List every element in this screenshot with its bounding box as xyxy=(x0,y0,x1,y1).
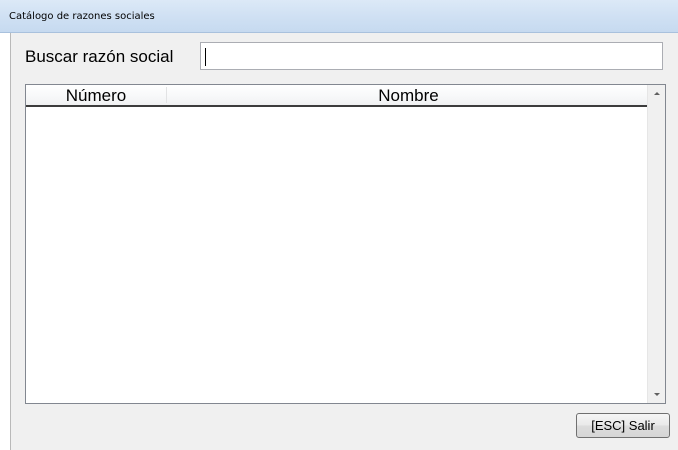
table-header: Número Nombre xyxy=(26,85,650,107)
scroll-up-button[interactable] xyxy=(648,85,665,102)
scroll-down-arrow-icon xyxy=(653,393,660,396)
search-input[interactable] xyxy=(200,42,663,70)
column-header-nombre[interactable]: Nombre xyxy=(167,85,650,105)
scroll-down-button[interactable] xyxy=(648,386,665,403)
column-header-numero[interactable]: Número xyxy=(26,85,166,105)
window-titlebar[interactable]: Catálogo de razones sociales xyxy=(0,0,678,33)
exit-button[interactable]: [ESC] Salir xyxy=(576,413,670,438)
search-label: Buscar razón social xyxy=(25,47,174,66)
scroll-up-arrow-icon xyxy=(653,92,660,95)
results-table[interactable]: Número Nombre xyxy=(25,84,666,404)
catalog-window: Catálogo de razones sociales Buscar razó… xyxy=(0,0,678,450)
vertical-scrollbar[interactable] xyxy=(647,85,665,403)
text-caret xyxy=(205,48,206,66)
table-body[interactable] xyxy=(26,107,650,403)
window-title: Catálogo de razones sociales xyxy=(9,11,155,22)
window-client-area: Buscar razón social Número Nombre [ESC] … xyxy=(10,33,678,450)
